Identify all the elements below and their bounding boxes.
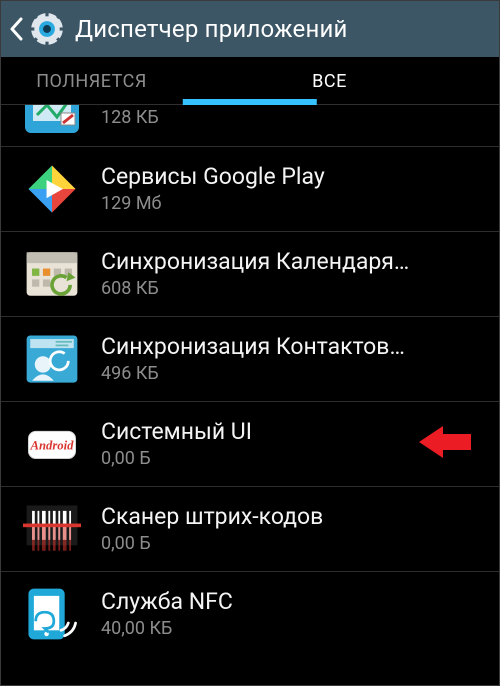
page-title: Диспетчер приложений xyxy=(75,15,348,43)
nfc-icon xyxy=(23,585,81,643)
annotation-arrow xyxy=(419,422,471,466)
tabs: ПОЛНЯЕТСЯ ВСЕ xyxy=(1,57,499,105)
app-name: Сервисы Google Play xyxy=(101,163,485,191)
app-text: Синхронизация Календаря… 608 КБ xyxy=(101,248,485,300)
app-list[interactable]: 128 КБ Сервисы Google Play 129 Мб xyxy=(1,105,499,685)
contacts-sync-icon xyxy=(23,330,81,388)
arrow-left-icon xyxy=(419,422,471,462)
app-text: Сервисы Google Play 129 Мб xyxy=(101,163,485,215)
app-icon xyxy=(21,583,83,645)
app-text: Синхронизация Контактов… 496 КБ xyxy=(101,333,485,385)
app-icon xyxy=(21,158,83,220)
app-text: Сканер штрих-кодов 0,00 Б xyxy=(101,503,485,555)
calendar-sync-icon xyxy=(23,245,81,303)
list-item[interactable]: 128 КБ xyxy=(1,105,499,147)
app-name: Синхронизация Контактов… xyxy=(101,333,485,361)
list-item[interactable]: Синхронизация Контактов… 496 КБ xyxy=(1,317,499,402)
list-item[interactable]: Сервисы Google Play 129 Мб xyxy=(1,147,499,232)
app-name: Синхронизация Календаря… xyxy=(101,248,485,276)
titlebar: Диспетчер приложений xyxy=(1,1,499,57)
barcode-icon xyxy=(23,500,81,558)
list-item[interactable]: Android Системный UI 0,00 Б xyxy=(1,402,499,487)
tab-running[interactable]: ПОЛНЯЕТСЯ xyxy=(1,57,250,105)
app-size: 496 КБ xyxy=(101,363,485,385)
app-size: 0,00 Б xyxy=(101,533,485,555)
android-icon: Android xyxy=(23,415,81,473)
play-services-icon xyxy=(23,160,81,218)
app-icon xyxy=(21,105,83,131)
chevron-left-icon xyxy=(9,17,23,41)
app-manager-screen: Диспетчер приложений ПОЛНЯЕТСЯ ВСЕ xyxy=(0,0,500,686)
tab-running-label: ПОЛНЯЕТСЯ xyxy=(36,71,147,92)
back-button[interactable] xyxy=(7,1,25,57)
list-item[interactable]: Синхронизация Календаря… 608 КБ xyxy=(1,232,499,317)
tab-all[interactable]: ВСЕ xyxy=(250,57,499,105)
app-name: Служба NFC xyxy=(101,588,485,616)
app-icon: Android xyxy=(21,413,83,475)
tab-all-label: ВСЕ xyxy=(312,71,347,92)
app-size: 128 КБ xyxy=(101,107,159,129)
app-name: Сканер штрих-кодов xyxy=(101,503,485,531)
gear-icon xyxy=(28,10,66,48)
app-size: 608 КБ xyxy=(101,278,485,300)
svg-text:Android: Android xyxy=(30,438,75,452)
app-size: 40,00 КБ xyxy=(101,618,485,640)
widget-icon xyxy=(25,105,79,133)
app-icon xyxy=(21,328,83,390)
settings-icon xyxy=(27,9,67,49)
list-item[interactable]: Служба NFC 40,00 КБ xyxy=(1,572,499,656)
app-icon xyxy=(21,243,83,305)
app-text: Служба NFC 40,00 КБ xyxy=(101,588,485,640)
app-text: 128 КБ xyxy=(101,105,485,137)
app-size: 129 Мб xyxy=(101,193,485,215)
list-item[interactable]: Сканер штрих-кодов 0,00 Б xyxy=(1,487,499,572)
app-icon xyxy=(21,498,83,560)
